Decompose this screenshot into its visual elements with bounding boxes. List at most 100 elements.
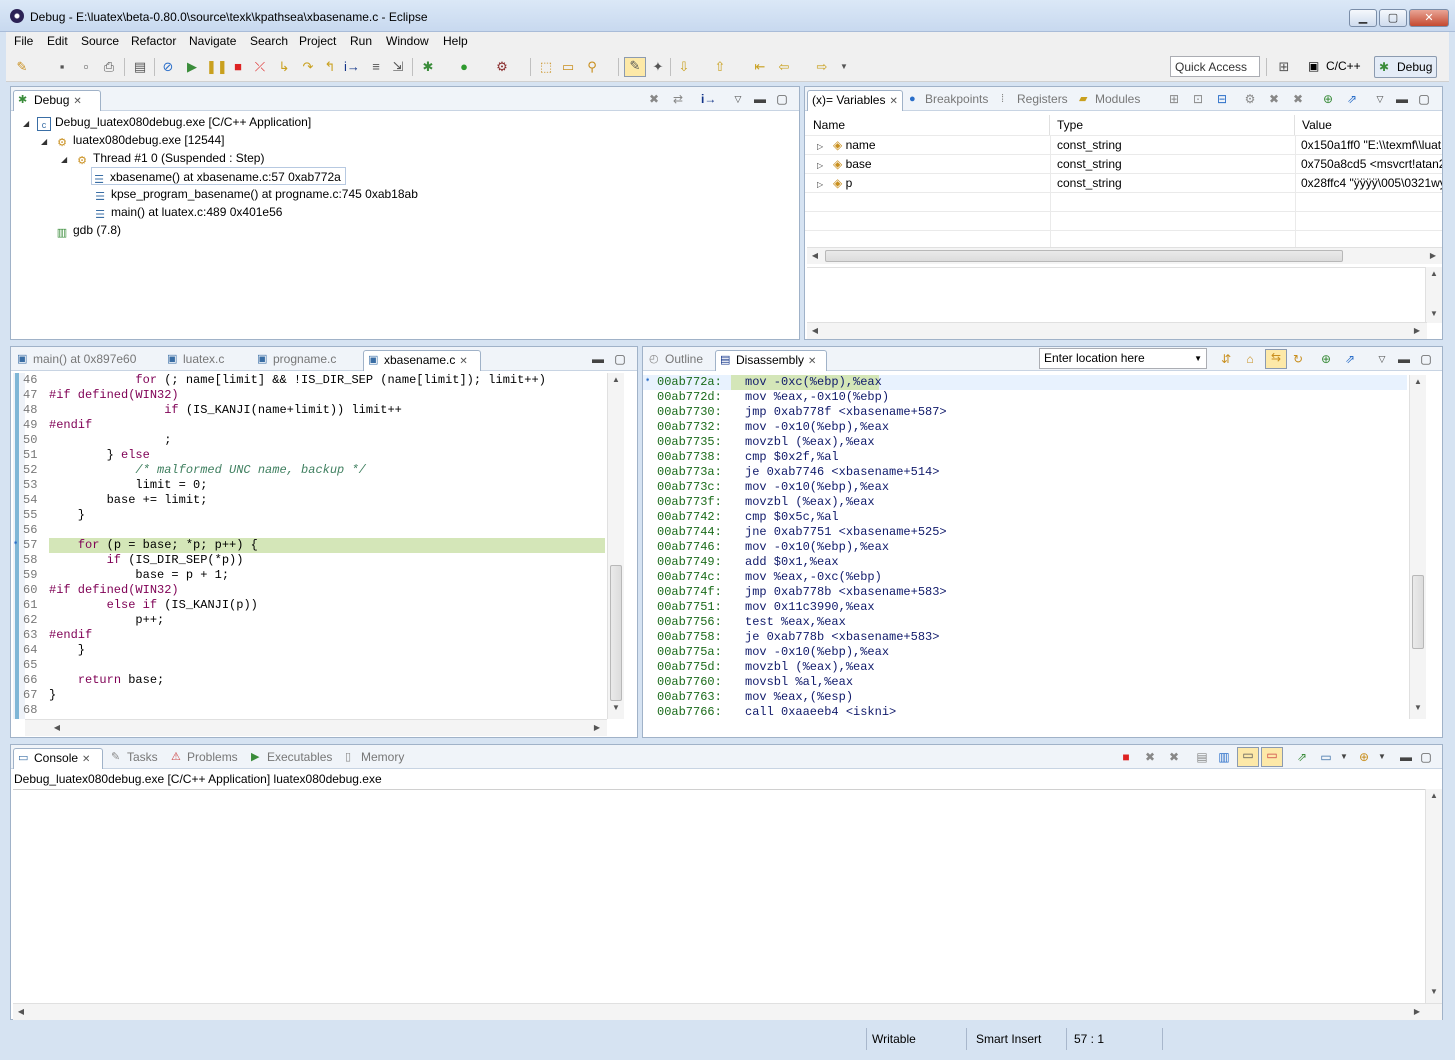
tab-variables[interactable]: (x)= Variables ✕	[807, 90, 903, 111]
menu-navigate[interactable]: Navigate	[189, 34, 236, 48]
tab-breakpoints[interactable]: ● Breakpoints	[905, 90, 988, 111]
close-tab-icon[interactable]: ✕	[808, 356, 816, 367]
tab-registers[interactable]: ⁞ Registers	[997, 90, 1068, 111]
tab-progname-c[interactable]: ▣ progname.c	[253, 350, 336, 371]
menu-file[interactable]: File	[14, 34, 33, 48]
drop-to-frame-icon[interactable]: ≡	[368, 59, 384, 75]
minimize-view-icon[interactable]: ▬	[591, 352, 605, 366]
tab-tasks[interactable]: ✎ Tasks	[107, 748, 158, 769]
display-console-icon[interactable]: ▭	[1319, 750, 1333, 764]
details-vscrollbar[interactable]: ▲ ▼	[1425, 267, 1442, 323]
collapse-all-icon[interactable]: ⊟	[1215, 92, 1229, 106]
remove-terminated-icon[interactable]: ✖	[647, 92, 661, 106]
instruction-stepping-icon[interactable]: i→	[344, 59, 360, 75]
last-edit-icon[interactable]: ⇤	[752, 59, 768, 75]
open-console-dropdown-icon[interactable]: ▼	[1375, 750, 1389, 764]
view-menu-icon[interactable]: ▽	[1373, 92, 1387, 106]
resume-icon[interactable]: ▶	[184, 59, 200, 75]
menu-project[interactable]: Project	[299, 34, 336, 48]
show-on-output-icon[interactable]: ▭	[1237, 747, 1259, 767]
maximize-view-icon[interactable]: ▢	[1417, 92, 1431, 106]
scroll-thumb[interactable]	[825, 250, 1343, 262]
tab-problems[interactable]: ⚠ Problems	[167, 748, 238, 769]
minimize-view-icon[interactable]: ▬	[1395, 92, 1409, 106]
remove-icon[interactable]: ✖	[1267, 92, 1281, 106]
go-to-pc-icon[interactable]: ⇵	[1219, 352, 1233, 366]
console-output[interactable]	[13, 789, 1425, 1003]
menu-source[interactable]: Source	[81, 34, 119, 48]
tree-item-thread[interactable]: ⚙ Thread #1 0 (Suspended : Step)	[75, 149, 264, 167]
console-hscrollbar[interactable]: ◀ ▶	[13, 1003, 1442, 1020]
clear-console-icon[interactable]: ▤	[1195, 750, 1209, 764]
tab-modules[interactable]: ▰ Modules	[1075, 90, 1140, 111]
close-tab-icon[interactable]: ✕	[889, 96, 897, 107]
search-icon[interactable]: ⚲	[584, 59, 600, 75]
terminate-icon[interactable]: ■	[230, 59, 246, 75]
save-all-icon[interactable]: ▫	[78, 59, 94, 75]
tab-outline[interactable]: ◴ Outline	[645, 350, 703, 371]
maximize-view-icon[interactable]: ▢	[1419, 352, 1433, 366]
tab-debug[interactable]: ✱ Debug ✕	[13, 90, 101, 111]
debug-icon[interactable]: ✱	[420, 59, 436, 75]
maximize-view-icon[interactable]: ▢	[1419, 750, 1433, 764]
code-area[interactable]: ➧ 46 for (; name[limit] && !IS_DIR_SEP (…	[11, 373, 607, 719]
pin-icon[interactable]: ✦	[650, 59, 666, 75]
editor-vscrollbar[interactable]: ▲ ▼	[607, 373, 624, 719]
display-console-dropdown-icon[interactable]: ▼	[1337, 750, 1351, 764]
minimize-view-icon[interactable]: ▬	[753, 92, 767, 106]
tab-console[interactable]: ▭ Console ✕	[13, 748, 103, 769]
remove-all-terminated-icon[interactable]: ✖	[1167, 750, 1181, 764]
instruction-step-icon[interactable]: i→	[701, 92, 716, 106]
show-logical-icon[interactable]: ⊡	[1191, 92, 1205, 106]
pin-console-icon[interactable]: ⇗	[1295, 750, 1309, 764]
previous-annotation-icon[interactable]: ⇧	[712, 59, 728, 75]
stack-frame-xbasename[interactable]: ☰ xbasename() at xbasename.c:57 0xab772a	[91, 167, 346, 186]
new-view-icon[interactable]: ⊕	[1319, 352, 1333, 366]
disconnect-icon[interactable]: ⤫	[252, 59, 268, 75]
connect-icon[interactable]: ⇄	[671, 92, 685, 106]
scroll-thumb[interactable]	[1412, 575, 1424, 649]
step-into-icon[interactable]: ↳	[276, 59, 292, 75]
close-tab-icon[interactable]: ✕	[73, 96, 81, 107]
close-tab-icon[interactable]: ✕	[459, 356, 467, 367]
tab-executables[interactable]: ▶ Executables	[247, 748, 332, 769]
close-window-button[interactable]: ✕	[1409, 9, 1449, 27]
tab-main-disassembly[interactable]: ▣ main() at 0x897e60	[13, 350, 136, 371]
link-with-debug-icon[interactable]: ⇆	[1265, 349, 1287, 369]
run-icon[interactable]: ●	[456, 59, 472, 75]
view-menu-icon[interactable]: ▽	[731, 92, 745, 106]
open-perspective-icon[interactable]: ⊞	[1276, 59, 1292, 75]
menu-edit[interactable]: Edit	[47, 34, 68, 48]
column-header-type[interactable]: Type	[1051, 115, 1295, 135]
collapse-arrow-icon[interactable]: ◢	[23, 119, 29, 128]
tab-luatex-c[interactable]: ▣ luatex.c	[163, 350, 224, 371]
perspective-debug[interactable]: ✱ Debug	[1374, 56, 1438, 78]
menu-run[interactable]: Run	[350, 34, 372, 48]
minimize-view-icon[interactable]: ▬	[1397, 352, 1411, 366]
forward-icon[interactable]: ⇨	[814, 59, 830, 75]
step-return-icon[interactable]: ↰	[322, 59, 338, 75]
tab-memory[interactable]: ▯ Memory	[341, 748, 404, 769]
open-console-icon[interactable]: ⊕	[1357, 750, 1371, 764]
editor-hscrollbar[interactable]: ◀ ▶	[25, 719, 607, 736]
pin-view-icon[interactable]: ⇗	[1343, 352, 1357, 366]
column-header-value[interactable]: Value	[1296, 115, 1442, 135]
disassembly-vscrollbar[interactable]: ▲ ▼	[1409, 375, 1426, 719]
stack-frame-main[interactable]: ☰ main() at luatex.c:489 0x401e56	[93, 203, 282, 221]
expand-arrow-icon[interactable]: ▷	[817, 161, 823, 170]
open-type-icon[interactable]: ⬚	[538, 59, 554, 75]
expand-arrow-icon[interactable]: ▷	[817, 180, 823, 189]
maximize-view-icon[interactable]: ▢	[775, 92, 789, 106]
minimize-view-icon[interactable]: ▬	[1399, 750, 1413, 764]
expand-arrow-icon[interactable]: ▷	[817, 142, 823, 151]
print-icon[interactable]: ⎙	[101, 59, 117, 75]
menu-search[interactable]: Search	[250, 34, 288, 48]
dropdown-arrow-icon[interactable]: ▼	[1194, 349, 1202, 368]
tab-disassembly[interactable]: ▤ Disassembly ✕	[715, 350, 827, 371]
step-over-icon[interactable]: ↷	[300, 59, 316, 75]
variables-hscrollbar[interactable]: ◀ ▶	[807, 247, 1442, 264]
suspend-icon[interactable]: ❚❚	[206, 59, 228, 75]
mark-occurrences-icon[interactable]: ✎	[624, 57, 646, 77]
tree-item-launch[interactable]: c Debug_luatex080debug.exe [C/C++ Applica…	[37, 113, 311, 131]
collapse-arrow-icon[interactable]: ◢	[61, 155, 67, 164]
